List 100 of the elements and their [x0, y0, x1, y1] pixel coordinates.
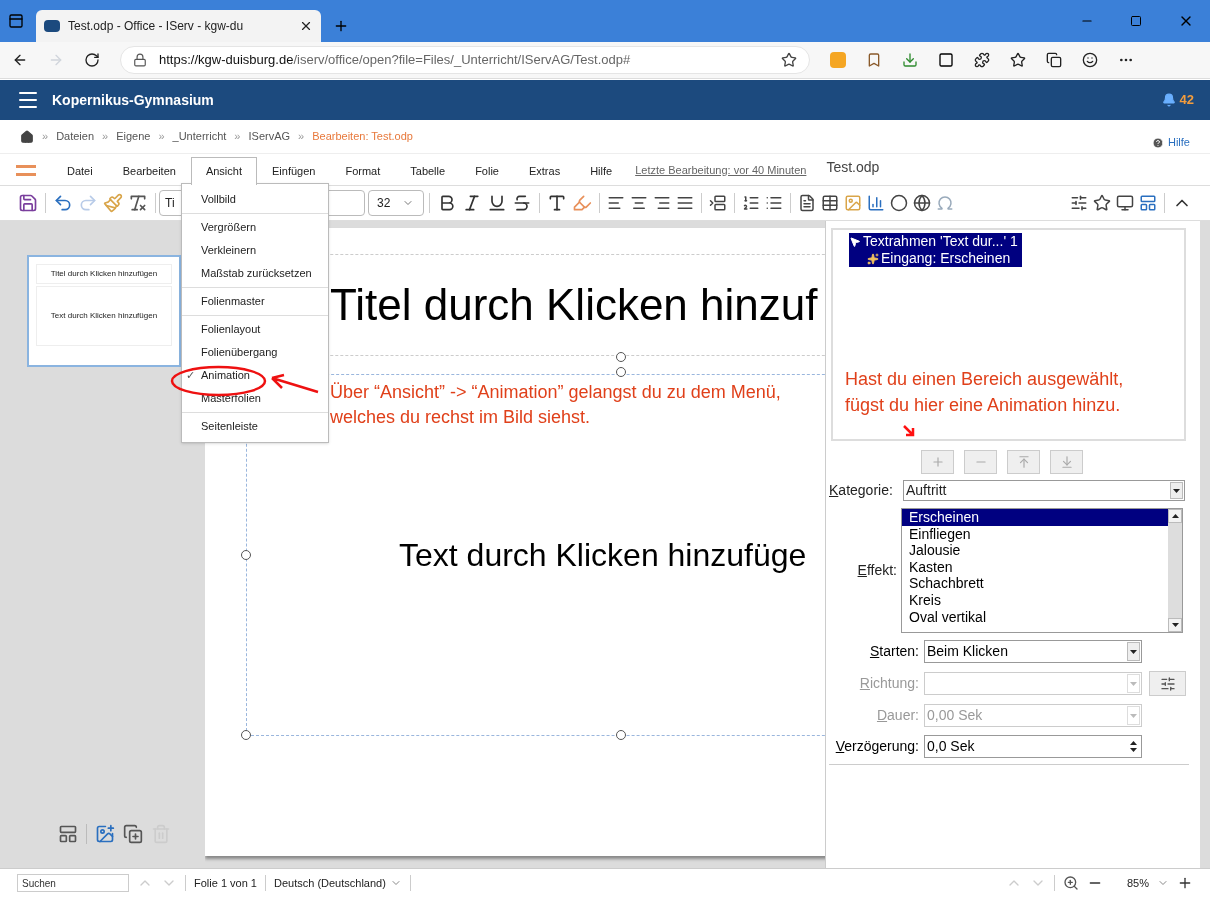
down-arrow-icon [1171, 623, 1179, 627]
breadcrumb-link[interactable]: IServAG [248, 128, 291, 145]
scroll-down-button[interactable] [1168, 618, 1182, 632]
pointer-icon [849, 235, 861, 248]
effect-item[interactable]: Schachbrett [902, 575, 1168, 592]
browser-tab[interactable]: Test.odp - Office - IServ - kgw-du [36, 10, 321, 42]
zoom-in-icon[interactable] [1177, 875, 1193, 891]
star-icon [867, 252, 879, 265]
breadcrumb-separator: » [234, 129, 241, 145]
spin-field[interactable]: 0,0 Sek [924, 735, 1142, 758]
options-button[interactable] [1149, 671, 1186, 696]
breadcrumb-link[interactable]: Eigene [116, 128, 151, 145]
favicon-icon [44, 20, 60, 32]
check-mark: ✓ [186, 368, 195, 384]
favorite-icon[interactable] [781, 52, 797, 68]
slide-text[interactable]: Text durch Klicken hinzufüge [399, 531, 807, 579]
menu-item[interactable]: Seitenleiste [182, 415, 328, 438]
profile-icon[interactable] [1082, 52, 1098, 68]
zoom-icon[interactable] [1062, 875, 1079, 891]
dropdown[interactable]: Beim Klicken [924, 640, 1142, 663]
site-title[interactable]: Kopernikus-Gymnasium [52, 89, 214, 111]
animation-entry[interactable]: Textrahmen 'Text dur...' 1 [849, 233, 1022, 250]
effect-item[interactable]: Jalousie [902, 542, 1168, 559]
star-icon[interactable] [1091, 192, 1113, 214]
effect-item[interactable]: Erscheinen [902, 509, 1168, 526]
annotation-text: Hast du einen Bereich ausgewählt, fügst du hier eine Animation hinzu. [845, 368, 1125, 417]
thumbnail-text: Text durch Klicken hinzufügen [50, 310, 158, 322]
arrow [903, 425, 915, 437]
new-slide-icon[interactable] [95, 824, 115, 844]
animation-list[interactable]: Textrahmen 'Text dur...' 1 Eingang: Erscheinen Hast du einen Bereich ausgewählt, fügst du hier eine Animation hinzu. [831, 228, 1186, 441]
font-size-field[interactable]: 32 [368, 190, 424, 216]
breadcrumb-link[interactable]: Dateien [56, 128, 95, 145]
breadcrumb-link[interactable]: _Unterricht [172, 128, 227, 145]
new-tab-icon[interactable] [333, 18, 349, 34]
thumbnail-title: Titel durch Klicken hinzufügen [36, 264, 172, 284]
url-text: https://kgw-duisburg.de/iserv/office/open?file=Files/_Unterricht/IServAG/Test.odp# [159, 51, 632, 70]
field-label: Kategorie: [829, 481, 894, 500]
back-icon[interactable] [12, 52, 28, 68]
menu-item[interactable]: Folienmaster [182, 290, 328, 313]
maximize-icon[interactable] [1130, 15, 1142, 27]
slide-thumbnail[interactable]: Titel durch Klicken hinzufügen Text durch Klicken hinzufügen [27, 255, 181, 367]
effect-item[interactable]: Kasten [902, 558, 1168, 576]
effect-list[interactable]: Erscheinen Einfliegen Jalousie Kasten Schachbrett Kreis Oval vertikal [901, 508, 1183, 633]
tab-actions-icon[interactable] [8, 13, 24, 29]
resize-handle[interactable] [241, 730, 251, 740]
close-icon[interactable] [299, 19, 313, 33]
menu-tab[interactable]: Datei [52, 157, 108, 185]
resize-handle[interactable] [241, 550, 251, 560]
extensions-icon[interactable] [974, 52, 990, 68]
extension-icon[interactable] [938, 52, 954, 68]
menu-tab[interactable]: Hilfe [575, 157, 628, 185]
annotation-text: Über “Ansicht” -> “Animation” gelangst du zu dem Menü, welches du rechst im Bild siehst. [330, 381, 782, 429]
up-arrow-icon [1130, 741, 1137, 745]
language-selector[interactable]: Deutsch (Deutschland) [274, 874, 402, 892]
slide-count: Folie 1 von 1 [194, 875, 257, 891]
breadcrumb-separator: » [42, 129, 49, 145]
menu-tab[interactable]: Ansicht [190, 157, 257, 185]
resize-handle[interactable] [616, 730, 626, 740]
slide-show-icon[interactable] [58, 824, 78, 844]
menu-tab[interactable]: Extras [513, 157, 576, 185]
menu-tab[interactable]: Folie [460, 157, 514, 185]
globe-icon[interactable] [911, 192, 933, 214]
animation-entry[interactable]: Eingang: Erscheinen [849, 250, 1022, 267]
dropdown-button[interactable] [1170, 482, 1183, 499]
extension-icon[interactable] [866, 52, 882, 68]
menu-item[interactable]: Vollbild [182, 188, 328, 211]
category-dropdown[interactable]: Auftritt [903, 480, 1185, 501]
document-title[interactable]: Test.odp [826, 157, 880, 178]
notification-count[interactable]: 42 [1179, 90, 1194, 110]
effect-item[interactable]: Oval vertikal [902, 608, 1168, 626]
menu-tab[interactable]: Bearbeiten [107, 157, 191, 185]
breadcrumb-separator: » [158, 129, 165, 145]
effect-item[interactable]: Einfliegen [902, 525, 1168, 543]
search-field[interactable]: Suchen [17, 874, 129, 892]
slide-title[interactable]: Titel durch Klicken hinzuf [330, 272, 818, 338]
dropdown-button[interactable] [1127, 642, 1140, 661]
bell-icon[interactable] [1161, 93, 1176, 107]
sliders-icon [1159, 675, 1176, 692]
favorites-icon[interactable] [1010, 52, 1026, 68]
address-field[interactable]: https://kgw-duisburg.de/iserv/office/open?file=Files/_Unterricht/IServAG/Test.odp# [120, 46, 810, 74]
effect-item[interactable]: Kreis [902, 591, 1168, 609]
reload-icon[interactable] [84, 52, 100, 68]
scroll-up-button[interactable] [1168, 509, 1182, 523]
field-label: Richtung: [858, 674, 919, 693]
help-icon[interactable] [1152, 136, 1164, 149]
last-edit-link[interactable]: Letzte Bearbeitung: vor 40 Minuten [635, 161, 807, 178]
collections-icon[interactable] [1046, 52, 1062, 68]
zoom-level[interactable]: 85% [1126, 874, 1169, 892]
duplicate-slide-icon[interactable] [123, 824, 143, 844]
field-label: Starten: [868, 642, 919, 661]
menu-tab[interactable]: Einfügen [257, 157, 331, 185]
up-arrow-icon [1171, 514, 1179, 518]
scrollbar[interactable] [1168, 509, 1182, 632]
shape-icon[interactable] [888, 192, 910, 214]
home-icon[interactable] [20, 129, 34, 144]
field-label: Dauer: [875, 706, 919, 725]
dropdown-arrow-icon [1130, 713, 1137, 718]
menu-tab[interactable]: Format [330, 157, 396, 185]
help-link[interactable]: Hilfe [1168, 134, 1190, 151]
menu-tab[interactable]: Tabelle [395, 157, 461, 185]
